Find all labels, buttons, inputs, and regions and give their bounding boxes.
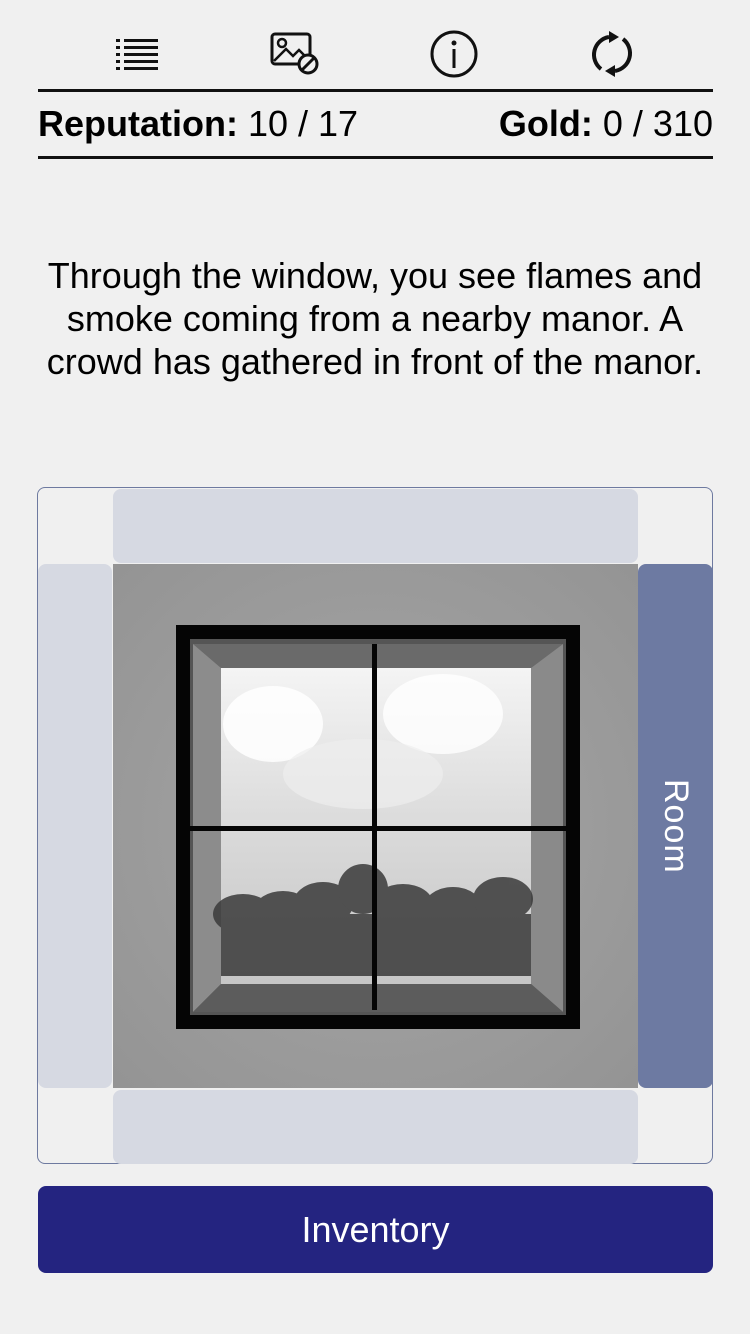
- nav-room-button[interactable]: Room: [638, 564, 713, 1088]
- nav-left-button[interactable]: [38, 564, 112, 1088]
- top-toolbar: [38, 22, 713, 88]
- toggle-images-button[interactable]: [267, 26, 323, 82]
- nav-up-button[interactable]: [113, 489, 638, 563]
- restart-button[interactable]: [584, 26, 640, 82]
- info-icon: [430, 30, 478, 78]
- gold-value: 0 / 310: [602, 103, 713, 144]
- info-button[interactable]: [426, 26, 482, 82]
- inventory-button[interactable]: Inventory: [38, 1186, 713, 1273]
- reputation-value: 10 / 17: [247, 103, 359, 144]
- menu-button[interactable]: [110, 26, 166, 82]
- gold-stat: Gold: 0 / 310: [499, 100, 713, 148]
- header-divider-bottom: [38, 156, 713, 159]
- stats-bar: Reputation: 10 / 17 Gold: 0 / 310: [38, 100, 713, 148]
- reputation-stat: Reputation: 10 / 17: [38, 100, 358, 148]
- restart-icon: [592, 31, 632, 77]
- window-view-image: [113, 564, 638, 1088]
- nav-down-button[interactable]: [113, 1090, 638, 1164]
- narration-text: Through the window, you see flames and s…: [46, 255, 704, 382]
- nav-room-label: Room: [657, 778, 695, 874]
- list-icon: [116, 39, 158, 70]
- image-off-icon: [270, 32, 319, 75]
- reputation-label: Reputation:: [38, 103, 238, 144]
- header-divider-top: [38, 89, 713, 92]
- scene-window-illustration: [113, 564, 638, 1088]
- gold-label: Gold:: [498, 103, 593, 144]
